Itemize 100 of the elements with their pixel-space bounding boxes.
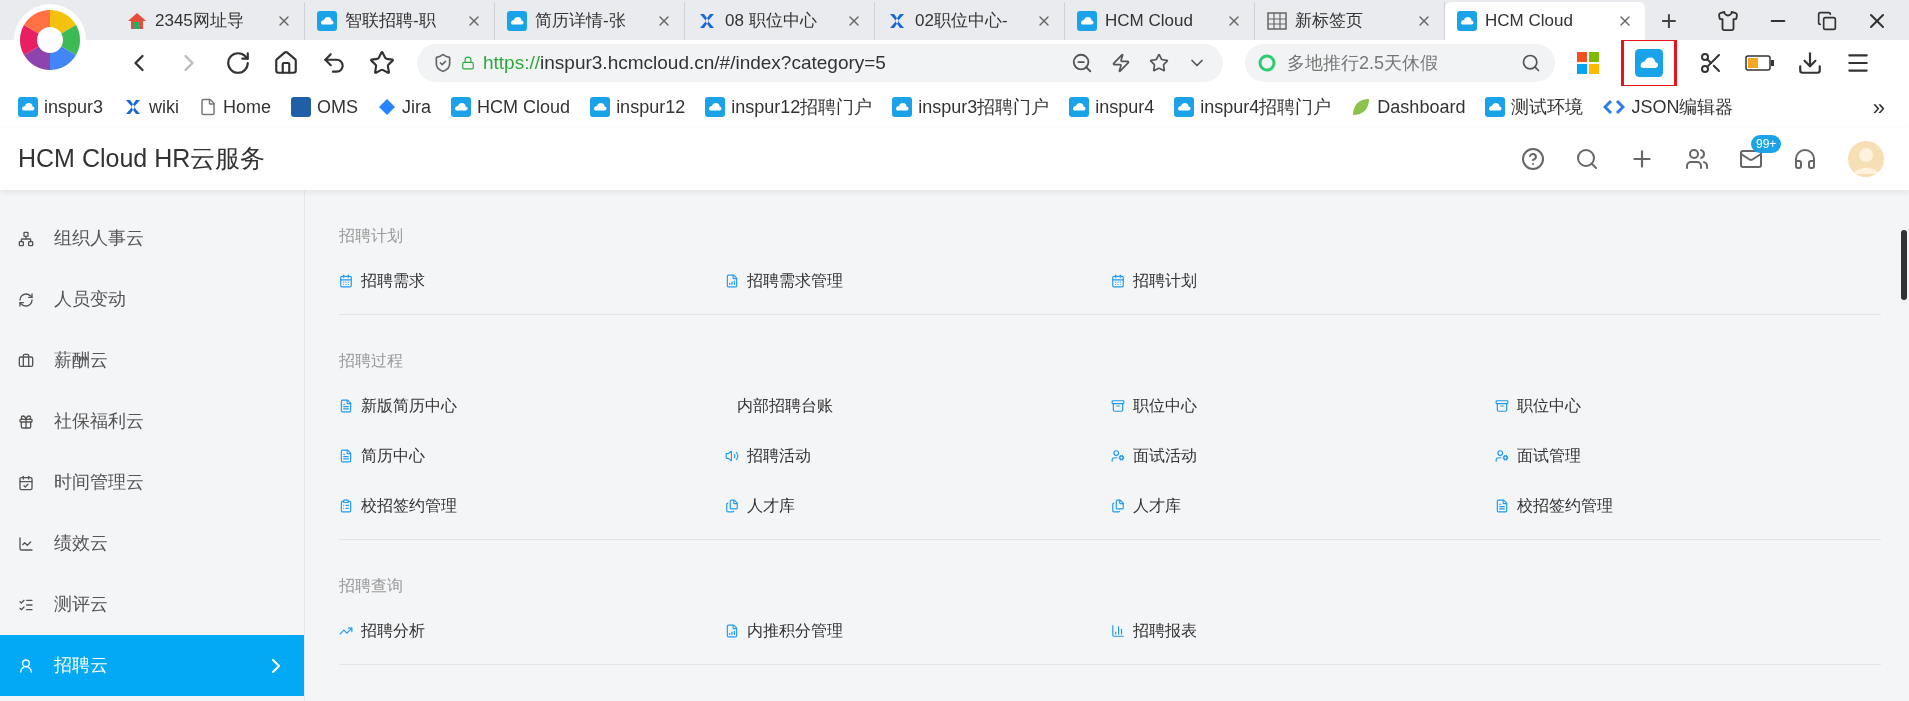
- more-bookmarks-button[interactable]: »: [1872, 90, 1885, 124]
- unread-count: 99+: [1751, 135, 1782, 153]
- cloud-logo-icon: [892, 97, 913, 117]
- windows-logo-icon[interactable]: [1577, 52, 1599, 74]
- bookmark-link[interactable]: Dashboard: [1351, 93, 1466, 121]
- section-title: 招聘计划: [339, 226, 404, 246]
- sidebar-item[interactable]: 测评云: [0, 574, 304, 635]
- search-icon[interactable]: [1575, 147, 1599, 171]
- bookmark-link[interactable]: wiki: [123, 93, 180, 121]
- bookmark-link[interactable]: inspur12招聘门户: [705, 93, 873, 121]
- menu-link[interactable]: 招聘分析: [339, 619, 425, 643]
- download-icon[interactable]: [1797, 50, 1823, 76]
- chart-file-icon: [725, 274, 739, 288]
- files-icon: [725, 499, 739, 513]
- calendar-icon: [339, 274, 353, 288]
- cloud-logo-icon: [1077, 11, 1097, 31]
- gift-icon: [18, 413, 34, 430]
- menu-link[interactable]: 校招签约管理: [1495, 494, 1613, 518]
- bookmark-link[interactable]: inspur12: [590, 93, 686, 121]
- sidebar-item[interactable]: 绩效云: [0, 513, 304, 574]
- scissors-icon[interactable]: [1699, 51, 1723, 75]
- lightning-icon[interactable]: [1111, 53, 1131, 73]
- lock-icon: [461, 56, 475, 70]
- address-bar[interactable]: https://inspur3.hcmcloud.cn/#/index?category=5: [417, 44, 1223, 82]
- restore-icon[interactable]: [1817, 11, 1837, 31]
- sidebar-item[interactable]: 人员变动: [0, 269, 304, 330]
- cloud-logo-icon: [1174, 97, 1195, 117]
- sidebar-item[interactable]: 组织人事云: [0, 208, 304, 269]
- browser-tab[interactable]: HCM Cloud: [1445, 2, 1645, 40]
- headset-icon[interactable]: [1793, 147, 1817, 171]
- cloud-logo-icon: [451, 97, 472, 117]
- menu-link[interactable]: 招聘需求: [339, 269, 425, 293]
- tab-title: 简历详情-张: [535, 10, 626, 33]
- tab-title: 08 职位中心: [725, 10, 817, 33]
- menu-link[interactable]: 职位中心: [1495, 394, 1581, 418]
- help-icon[interactable]: [1521, 147, 1545, 171]
- clipboard-icon: [339, 499, 353, 513]
- menu-link[interactable]: 人才库: [1111, 494, 1181, 518]
- cross-logo-icon: [887, 11, 907, 31]
- star-icon[interactable]: [1149, 53, 1169, 73]
- refresh-icon: [18, 291, 34, 308]
- house-icon: [127, 12, 147, 30]
- sidebar-item[interactable]: 薪酬云: [0, 330, 304, 391]
- code-brackets-icon: [1603, 99, 1626, 115]
- archive-icon: [1111, 399, 1125, 413]
- zoom-out-icon[interactable]: [1071, 52, 1093, 74]
- grid-icon: [1267, 12, 1287, 30]
- bookmark-link[interactable]: JSON编辑器: [1603, 93, 1734, 121]
- page-icon: [199, 98, 218, 116]
- bookmark-link[interactable]: HCM Cloud: [451, 93, 571, 121]
- cloud-logo-icon: [317, 11, 337, 31]
- new-tab-button[interactable]: +: [1645, 2, 1693, 40]
- user-gear-icon: [1111, 449, 1125, 463]
- cloud-logo-icon: [18, 97, 38, 117]
- tab-title: 2345网址导: [155, 10, 244, 33]
- search-icon[interactable]: [1521, 53, 1541, 73]
- diamond-icon: [378, 98, 397, 116]
- menu-link[interactable]: 内推积分管理: [725, 619, 843, 643]
- bookmark-link[interactable]: inspur4: [1069, 93, 1155, 121]
- hierarchy-icon: [18, 230, 34, 247]
- undo-icon[interactable]: [321, 50, 347, 76]
- cloud-logo-icon: [590, 97, 611, 117]
- bookmark-link[interactable]: Home: [199, 93, 272, 121]
- menu-link[interactable]: 招聘报表: [1111, 619, 1197, 643]
- scrollbar-thumb[interactable]: [1901, 230, 1907, 300]
- bookmark-link[interactable]: inspur4招聘门户: [1174, 93, 1332, 121]
- bookmark-link[interactable]: inspur3: [18, 93, 104, 121]
- shirt-icon[interactable]: [1717, 10, 1739, 32]
- app-title: HCM Cloud HR云服务: [18, 143, 266, 175]
- menu-link[interactable]: 面试管理: [1495, 444, 1581, 468]
- menu-link[interactable]: 内部招聘台账: [725, 394, 833, 418]
- sidebar-item[interactable]: 社保福利云: [0, 391, 304, 452]
- bookmark-link[interactable]: inspur3招聘门户: [892, 93, 1050, 121]
- cloud-logo-icon: [1635, 49, 1663, 77]
- menu-link[interactable]: 招聘活动: [725, 444, 811, 468]
- chart-file-icon: [725, 624, 739, 638]
- menu-link[interactable]: 面试活动: [1111, 444, 1197, 468]
- reload-icon[interactable]: [225, 50, 251, 76]
- sidebar-item[interactable]: 时间管理云: [0, 452, 304, 513]
- menu-link[interactable]: 校招签约管理: [339, 494, 457, 518]
- square-logo-icon: [291, 97, 312, 117]
- menu-link[interactable]: 简历中心: [339, 444, 425, 468]
- star-icon[interactable]: [369, 50, 395, 76]
- menu-link[interactable]: 招聘需求管理: [725, 269, 843, 293]
- files-icon: [1111, 499, 1125, 513]
- speaker-icon: [725, 449, 739, 463]
- bookmark-link[interactable]: OMS: [291, 93, 359, 121]
- menu-link[interactable]: 招聘计划: [1111, 269, 1197, 293]
- mail-icon[interactable]: [1739, 147, 1763, 171]
- bookmark-link[interactable]: Jira: [378, 93, 432, 121]
- url-text: https://inspur3.hcmcloud.cn/#/index?category=5: [483, 50, 886, 75]
- cloud-logo-icon: [1485, 97, 1506, 117]
- search-field[interactable]: 多地推行2.5天休假: [1245, 44, 1555, 82]
- tab-title: HCM Cloud: [1485, 10, 1573, 33]
- menu-link[interactable]: 人才库: [725, 494, 795, 518]
- menu-link[interactable]: 新版简历中心: [339, 394, 457, 418]
- bookmark-link[interactable]: 测试环境: [1485, 93, 1584, 121]
- users-icon[interactable]: [1685, 147, 1709, 171]
- menu-link[interactable]: 职位中心: [1111, 394, 1197, 418]
- home-icon[interactable]: [273, 50, 299, 76]
